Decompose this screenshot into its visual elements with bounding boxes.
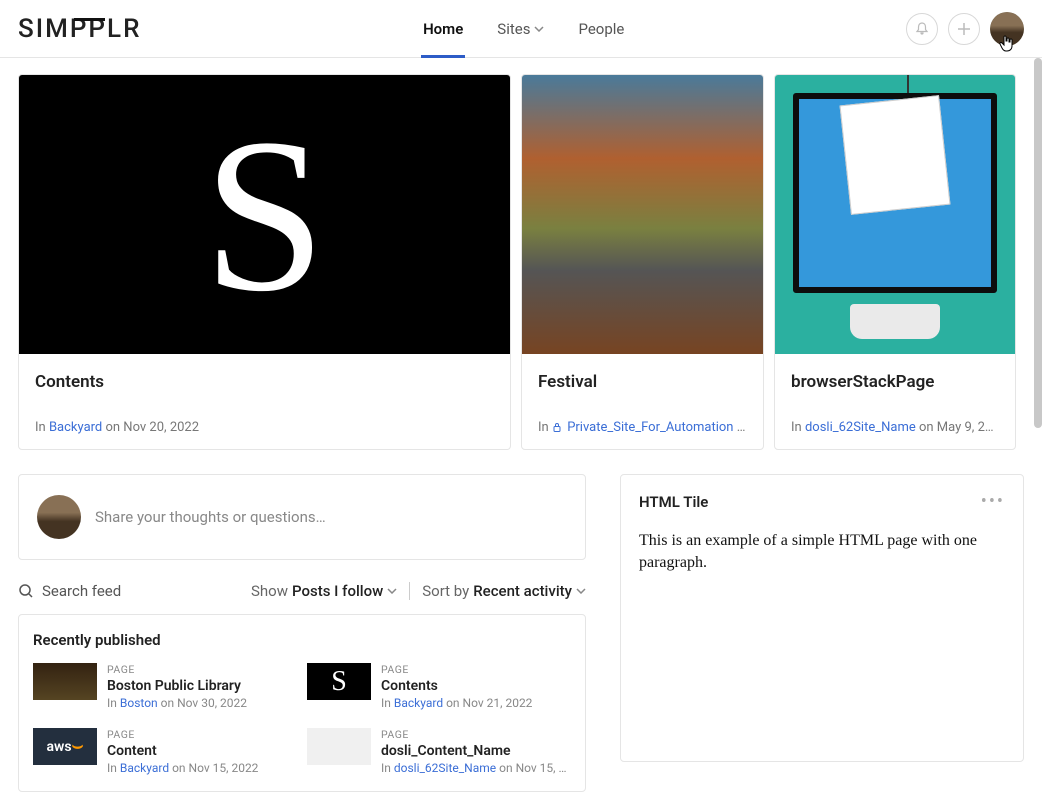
share-box[interactable]: Share your thoughts or questions…: [18, 474, 586, 560]
nav-sites[interactable]: Sites: [495, 2, 546, 56]
card-image: S: [19, 75, 510, 354]
chevron-down-icon: [534, 26, 544, 32]
recent-meta: In Backyard on Nov 21, 2022: [381, 696, 571, 710]
thumbnail: S: [307, 663, 371, 700]
scrollbar[interactable]: [1034, 58, 1042, 428]
content-type-tag: PAGE: [107, 663, 297, 676]
recent-meta: In dosli_62Site_Name on Nov 15, 2…: [381, 761, 571, 775]
add-button[interactable]: [948, 13, 980, 45]
card-site-link[interactable]: Private_Site_For_Automation: [567, 420, 733, 435]
card-meta: In dosli_62Site_Name on May 9, 2022: [791, 420, 999, 435]
recent-item[interactable]: PAGE Boston Public Library In Boston on …: [33, 663, 297, 710]
recent-title: Content: [107, 743, 297, 759]
show-filter[interactable]: Show Posts I follow: [251, 582, 397, 600]
chevron-down-icon: [387, 588, 397, 594]
panel-title: Recently published: [33, 631, 571, 649]
bell-icon: [914, 21, 930, 37]
tile-header: HTML Tile •••: [621, 475, 1023, 522]
recent-meta: In Boston on Nov 30, 2022: [107, 696, 297, 710]
card-festival[interactable]: Festival In Private_Site_For_Automation …: [521, 74, 764, 450]
recent-item[interactable]: S PAGE Contents In Backyard on Nov 21, 2…: [307, 663, 571, 710]
share-input[interactable]: Share your thoughts or questions…: [95, 508, 567, 526]
nav-sites-label: Sites: [497, 20, 530, 38]
html-tile: HTML Tile ••• This is an example of a si…: [620, 474, 1024, 762]
search-feed[interactable]: Search feed: [18, 582, 239, 600]
featured-cards: S Contents In Backyard on Nov 20, 2022 F…: [18, 74, 1024, 450]
content-type-tag: PAGE: [107, 728, 297, 741]
ellipsis-icon: •••: [981, 491, 1005, 512]
recent-title: Contents: [381, 678, 571, 694]
main-content: S Contents In Backyard on Nov 20, 2022 F…: [0, 58, 1042, 802]
card-contents[interactable]: S Contents In Backyard on Nov 20, 2022: [18, 74, 511, 450]
bottom-row: Share your thoughts or questions… Search…: [18, 474, 1024, 792]
more-options-button[interactable]: •••: [981, 491, 1005, 512]
site-link[interactable]: Boston: [120, 696, 158, 710]
nav-people[interactable]: People: [576, 2, 626, 56]
recent-title: Boston Public Library: [107, 678, 297, 694]
cursor-hand-icon: [999, 34, 1015, 52]
search-feed-label: Search feed: [42, 582, 121, 600]
card-meta: In Backyard on Nov 20, 2022: [35, 420, 494, 435]
recently-published-panel: Recently published PAGE Boston Public Li…: [18, 614, 586, 792]
card-title: Festival: [538, 372, 747, 392]
card-image: [522, 75, 763, 354]
header: SIMPPLR Home Sites People: [0, 0, 1042, 58]
tile-body: This is an example of a simple HTML page…: [621, 522, 1023, 583]
card-site-link[interactable]: dosli_62Site_Name: [805, 420, 916, 435]
feed-bar: Search feed Show Posts I follow Sort by …: [18, 582, 586, 600]
card-meta: In Private_Site_For_Automation on …: [538, 420, 747, 435]
content-type-tag: PAGE: [381, 663, 571, 676]
site-link[interactable]: Backyard: [394, 696, 443, 710]
recent-item[interactable]: PAGE dosli_Content_Name In dosli_62Site_…: [307, 728, 571, 775]
site-link[interactable]: Backyard: [120, 761, 169, 775]
nav-home[interactable]: Home: [421, 2, 465, 56]
recent-grid: PAGE Boston Public Library In Boston on …: [33, 663, 571, 775]
logo[interactable]: SIMPPLR: [18, 14, 141, 44]
right-column: HTML Tile ••• This is an example of a si…: [620, 474, 1024, 792]
main-nav: Home Sites People: [141, 2, 906, 56]
recent-item[interactable]: aws⌣ PAGE Content In Backyard on Nov 15,…: [33, 728, 297, 775]
chevron-down-icon: [576, 588, 586, 594]
sort-filter[interactable]: Sort by Recent activity: [422, 582, 586, 600]
card-site-link[interactable]: Backyard: [49, 420, 102, 435]
user-avatar-small: [37, 495, 81, 539]
lock-icon: [552, 422, 562, 432]
card-image: [775, 75, 1015, 354]
plus-icon: [957, 22, 971, 36]
notifications-button[interactable]: [906, 13, 938, 45]
recent-meta: In Backyard on Nov 15, 2022: [107, 761, 297, 775]
card-browserstack[interactable]: browserStackPage In dosli_62Site_Name on…: [774, 74, 1016, 450]
divider: [409, 582, 410, 600]
card-title: Contents: [35, 372, 494, 392]
card-title: browserStackPage: [791, 372, 999, 392]
search-icon: [18, 583, 34, 599]
thumbnail: [307, 728, 371, 765]
left-column: Share your thoughts or questions… Search…: [18, 474, 586, 792]
tile-title: HTML Tile: [639, 493, 981, 511]
thumbnail: aws⌣: [33, 728, 97, 765]
content-type-tag: PAGE: [381, 728, 571, 741]
thumbnail: [33, 663, 97, 700]
recent-title: dosli_Content_Name: [381, 743, 571, 759]
site-link[interactable]: dosli_62Site_Name: [394, 761, 496, 775]
